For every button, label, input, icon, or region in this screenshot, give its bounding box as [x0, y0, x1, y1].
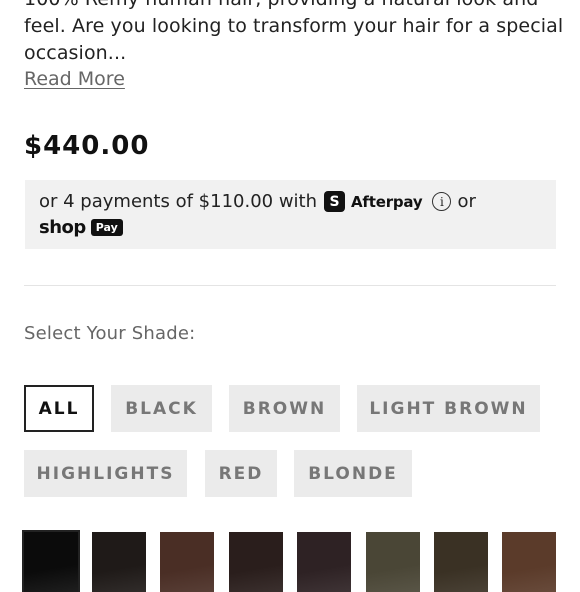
- read-more-link[interactable]: Read More: [24, 68, 125, 90]
- filter-black[interactable]: BLACK: [111, 385, 212, 432]
- description-line: occasion...: [24, 42, 127, 64]
- filter-light-brown[interactable]: LIGHT BROWN: [357, 385, 540, 432]
- shade-label: Select Your Shade:: [24, 323, 196, 344]
- shade-swatch[interactable]: [92, 532, 146, 592]
- description-line: 100% Remy human hair, providing a natura…: [24, 0, 564, 13]
- afterpay-line: or 4 payments of $110.00 with S Afterpay…: [39, 191, 476, 212]
- filter-highlights[interactable]: HIGHLIGHTS: [24, 450, 187, 497]
- afterpay-logo-icon: S: [324, 191, 346, 212]
- shade-swatch[interactable]: [229, 532, 283, 592]
- filter-red[interactable]: RED: [205, 450, 277, 497]
- filter-blonde[interactable]: BLONDE: [294, 450, 412, 497]
- shade-swatch[interactable]: [434, 532, 488, 592]
- shade-swatch[interactable]: [366, 532, 420, 592]
- divider: [24, 285, 556, 286]
- afterpay-logo-text: Afterpay: [351, 192, 423, 211]
- shade-swatch[interactable]: [502, 532, 556, 592]
- shop-pay-line: shop Pay: [39, 217, 123, 238]
- info-icon[interactable]: i: [432, 192, 452, 211]
- filter-all[interactable]: ALL: [24, 385, 94, 432]
- or-text: or: [457, 191, 476, 212]
- shop-pay-pill: Pay: [90, 219, 123, 236]
- product-price: $440.00: [24, 131, 150, 161]
- description-line: feel. Are you looking to transform your …: [24, 15, 564, 37]
- installment-payments-box: or 4 payments of $110.00 with S Afterpay…: [25, 180, 556, 249]
- shade-swatch[interactable]: [22, 530, 80, 592]
- product-description: 100% Remy human hair, providing a natura…: [24, 0, 564, 67]
- installment-text: or 4 payments of $110.00 with: [39, 191, 318, 212]
- shop-pay-logo-text: shop: [39, 217, 86, 238]
- filter-brown[interactable]: BROWN: [229, 385, 340, 432]
- shade-swatch[interactable]: [160, 532, 214, 592]
- shade-swatch[interactable]: [297, 532, 351, 592]
